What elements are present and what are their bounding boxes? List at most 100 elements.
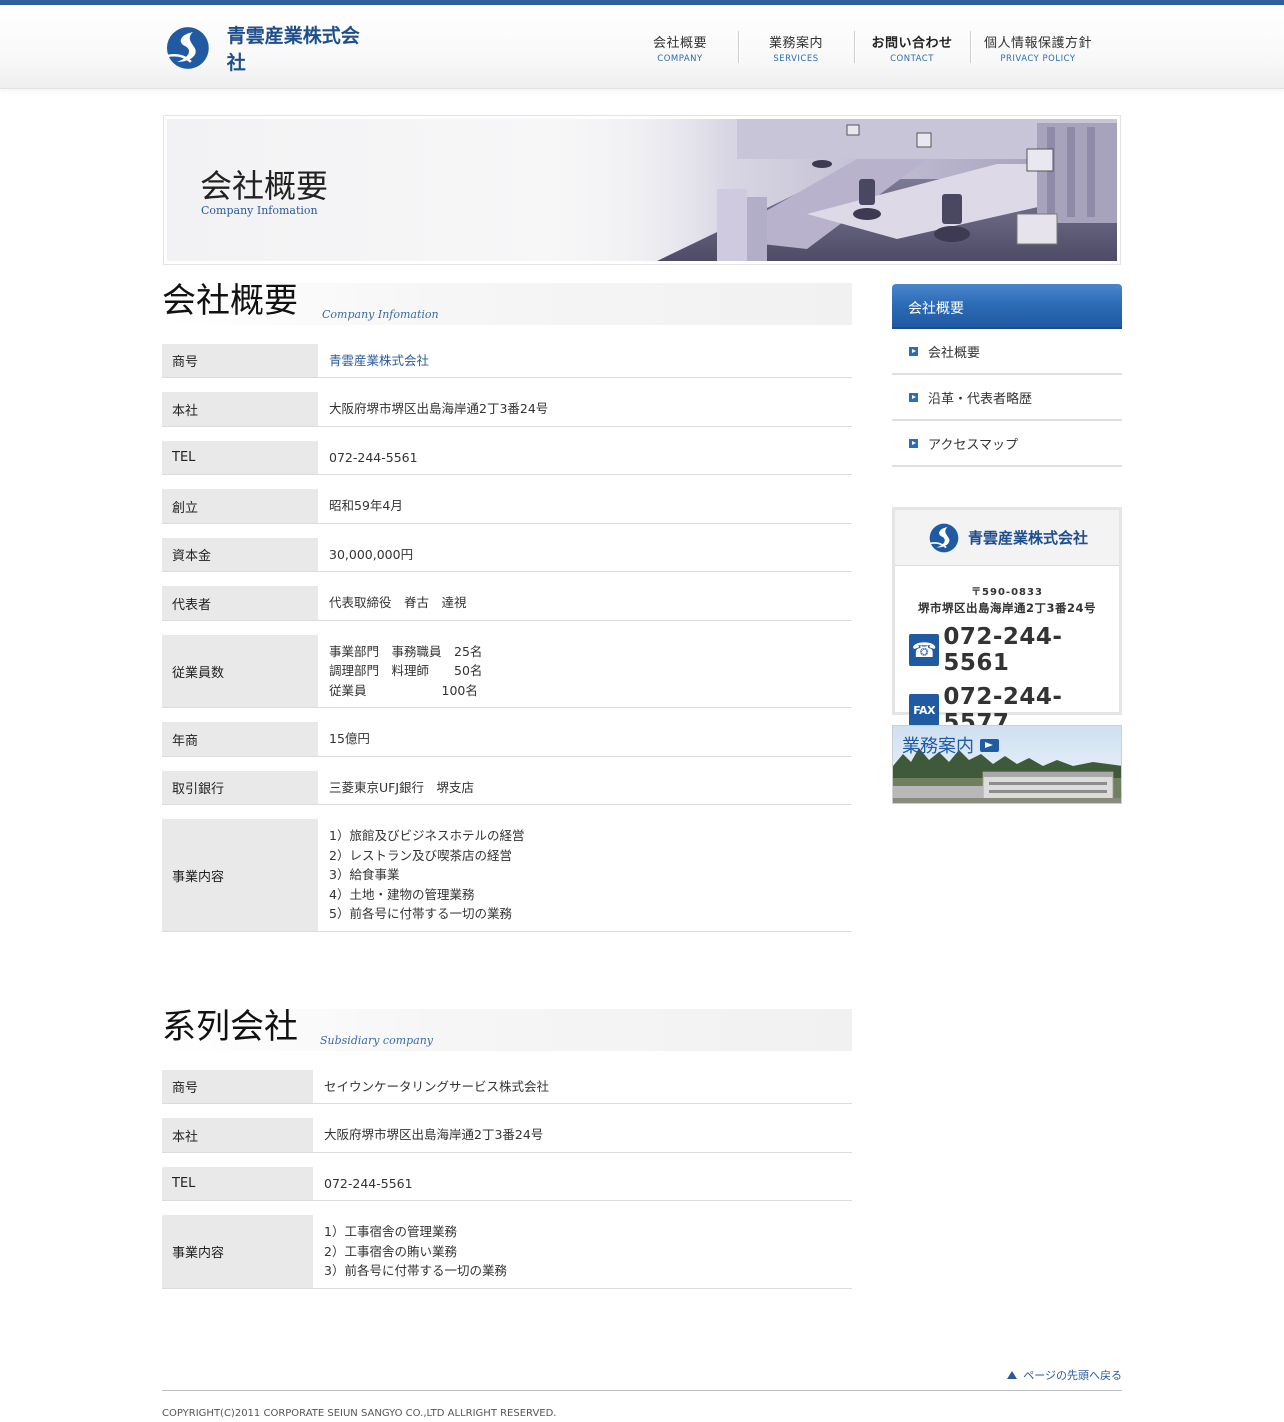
side-menu-item-access[interactable]: アクセスマップ [892,421,1122,467]
site-header: 青雲産業株式会社 会社概要 COMPANY 業務案内 SERVICES お問い合… [0,5,1284,89]
page-top-label: ページの先頭へ戻る [1023,1369,1122,1382]
section-title-ja: 系列会社 [162,1007,298,1047]
row-label: TEL [162,1167,313,1200]
row-label: 年商 [162,722,318,756]
row-value-line: 2）レストラン及び喫茶店の経営 [329,847,512,863]
banner-label: 業務案内 [902,732,999,758]
table-row: 事業内容 1）工事宿舎の管理業務 2）工事宿舎の賄い業務 3）前各号に付帯する一… [162,1215,852,1289]
nav-privacy[interactable]: 個人情報保護方針 PRIVACY POLICY [970,29,1106,69]
arrow-bullet-icon [909,392,918,402]
row-value-line: 3）前各号に付帯する一切の業務 [324,1263,507,1279]
side-menu-item-label: 沿革・代表者略歴 [928,391,1033,407]
row-label: 本社 [162,1118,313,1152]
contact-info-box: 青雲産業株式会社 〒590-0833 堺市堺区出島海岸通2丁3番24号 ☎ 07… [892,507,1122,736]
nav-company-label: 会社概要 [652,36,707,51]
row-value-line: 1）旅館及びビジネスホテルの経営 [329,828,525,844]
row-value-line: 072-244-5561 [329,449,418,465]
row-label: 事業内容 [162,819,318,931]
side-menu-item-company[interactable]: 会社概要 [892,329,1122,375]
row-value-line: 三菱東京UFJ銀行 堺支店 [329,779,475,795]
row-value: 代表取締役 脊古 達視 [318,586,852,620]
row-label: 事業内容 [162,1215,313,1288]
row-value: 1）旅館及びビジネスホテルの経営 2）レストラン及び喫茶店の経営 3）給食事業 … [318,819,852,931]
row-value: 30,000,000円 [318,538,852,571]
nav-contact[interactable]: お問い合わせ CONTACT [854,29,970,69]
row-value: 1）工事宿舎の管理業務 2）工事宿舎の賄い業務 3）前各号に付帯する一切の業務 [313,1215,852,1288]
address: 堺市堺区出島海岸通2丁3番24号 [917,601,1096,615]
company-logo-icon [929,523,959,552]
table-row: 本社 大阪府堺市堺区出島海岸通2丁3番24号 [162,392,852,427]
row-value: 072-244-5561 [318,441,852,474]
table-row: 商号 セイウンケータリングサービス株式会社 [162,1070,852,1104]
tel-line: ☎ 072-244-5561 [909,624,1119,676]
nav-services[interactable]: 業務案内 SERVICES [738,29,854,69]
row-value-line: 2）工事宿舎の賄い業務 [324,1243,457,1259]
nav-contact-sublabel: CONTACT [890,54,934,64]
hero-title: 会社概要 [200,167,329,205]
table-row: 従業員数 事業部門 事務職員 25名 調理部門 料理師 50名 従業員 100名 [162,635,852,708]
row-value: 事業部門 事務職員 25名 調理部門 料理師 50名 従業員 100名 [318,635,852,707]
nav-services-sublabel: SERVICES [773,54,819,64]
row-value-line: 5）前各号に付帯する一切の業務 [329,906,512,922]
hero-image: 会社概要 Company Infomation [167,119,1117,261]
row-label: 従業員数 [162,635,318,707]
page-top-link[interactable]: ページの先頭へ戻る [1007,1367,1122,1383]
hero-subtitle: Company Infomation [201,204,318,217]
phone-icon: ☎ [909,634,940,666]
table-row: 商号 青雲産業株式会社 [162,344,852,378]
nav-privacy-sublabel: PRIVACY POLICY [1000,54,1076,64]
row-value: セイウンケータリングサービス株式会社 [313,1070,852,1103]
subsidiary-info-table: 商号 セイウンケータリングサービス株式会社 本社 大阪府堺市堺区出島海岸通2丁3… [162,1070,852,1303]
section-heading-company: 会社概要 Company Infomation [162,283,852,325]
services-banner[interactable]: 業務案内 [892,725,1122,804]
row-label: 本社 [162,392,318,426]
office-photo [597,119,1117,261]
side-menu-title: 会社概要 [892,284,1122,329]
row-value: 青雲産業株式会社 [318,344,852,377]
tel-number[interactable]: 072-244-5561 [943,624,1119,676]
row-value-line: 15億円 [329,731,370,747]
nav-company-sublabel: COMPANY [657,54,703,64]
row-value: 昭和59年4月 [318,489,852,523]
company-info-table: 商号 青雲産業株式会社 本社 大阪府堺市堺区出島海岸通2丁3番24号 TEL 0… [162,344,852,946]
row-value-line: 30,000,000円 [329,546,414,562]
section-title-en: Company Infomation [322,308,439,321]
row-value-line: 調理部門 料理師 50名 [329,663,483,679]
table-row: 取引銀行 三菱東京UFJ銀行 堺支店 [162,771,852,805]
row-label: 取引銀行 [162,771,318,804]
copyright-text: COPYRIGHT(C)2011 CORPORATE SEIUN SANGYO … [162,1408,557,1419]
table-row: TEL 072-244-5561 [162,1167,852,1201]
table-row: TEL 072-244-5561 [162,441,852,475]
page-hero: 会社概要 Company Infomation [163,115,1121,265]
company-name-link[interactable]: 青雲産業株式会社 [329,351,841,371]
row-value: 大阪府堺市堺区出島海岸通2丁3番24号 [318,392,852,426]
company-logo-icon [166,27,209,69]
row-label: 創立 [162,489,318,523]
table-row: 本社 大阪府堺市堺区出島海岸通2丁3番24号 [162,1118,852,1153]
side-menu-item-label: アクセスマップ [928,437,1018,453]
site-logo[interactable]: 青雲産業株式会社 [163,25,378,74]
nav-contact-label: お問い合わせ [871,36,953,51]
row-value-line: 従業員 100名 [329,682,478,698]
arrow-up-icon [1007,1371,1018,1379]
row-value-line: セイウンケータリングサービス株式会社 [324,1078,550,1094]
row-value-line: 大阪府堺市堺区出島海岸通2丁3番24号 [329,401,549,417]
table-row: 創立 昭和59年4月 [162,489,852,524]
table-row: 年商 15億円 [162,722,852,757]
row-value: 三菱東京UFJ銀行 堺支店 [318,771,852,804]
nav-company[interactable]: 会社概要 COMPANY [622,29,738,69]
row-value-line: 4）土地・建物の管理業務 [329,886,475,902]
row-value-line: 072-244-5561 [324,1175,413,1191]
section-heading-subsidiary: 系列会社 Subsidiary company [162,1009,852,1051]
row-value: 072-244-5561 [313,1167,852,1200]
row-value-line: 事業部門 事務職員 25名 [329,643,483,659]
row-label: 資本金 [162,538,318,571]
row-value-line: 1）工事宿舎の管理業務 [324,1224,457,1240]
row-label: 代表者 [162,586,318,620]
row-value-line: 昭和59年4月 [329,498,403,514]
side-menu-item-history[interactable]: 沿革・代表者略歴 [892,375,1122,421]
row-value: 15億円 [318,722,852,756]
arrow-right-icon [980,738,999,752]
contact-box-logo: 青雲産業株式会社 [895,510,1119,566]
arrow-bullet-icon [909,438,918,448]
